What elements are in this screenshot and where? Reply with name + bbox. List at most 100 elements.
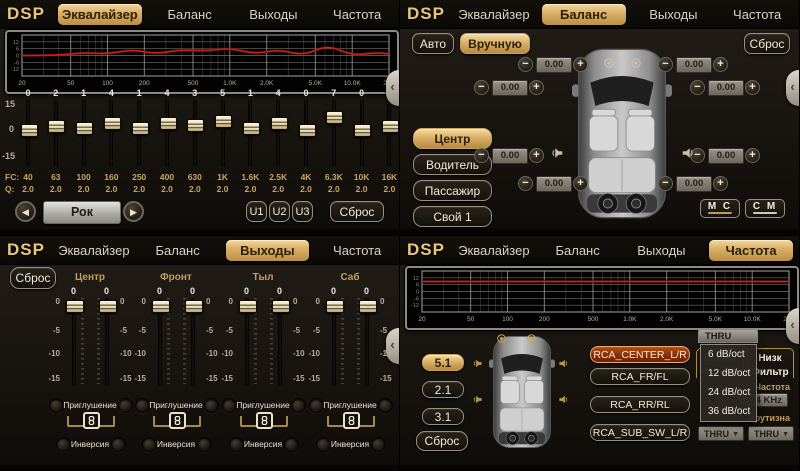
slide-panel-handle[interactable]: ‹ [786,70,799,106]
eq-slider-track[interactable] [221,100,225,166]
output-slider-knob[interactable] [326,300,344,313]
memory-preset-button-u2[interactable]: U2 [269,201,290,222]
decrease-button[interactable]: − [518,176,533,191]
output-slider-knob[interactable] [239,300,257,313]
output-slider-knob[interactable] [359,300,377,313]
delay-value[interactable]: 0.00 [492,148,528,164]
increase-button[interactable]: + [573,57,588,72]
eq-reset-button[interactable]: Сброс [330,201,384,222]
balance-reset-button[interactable]: Сброс [744,33,790,54]
mute-toggle-right[interactable] [291,398,306,413]
tab-outputs[interactable]: Выходы [232,4,316,25]
slide-panel-handle[interactable]: ‹ [786,308,799,344]
increase-button[interactable]: + [573,176,588,191]
tab-balance[interactable]: Баланс [542,4,626,25]
tab-balance[interactable]: Баланс [536,240,620,261]
tab-outputs[interactable]: Выходы [620,240,704,261]
memory-preset-button-u1[interactable]: U1 [246,201,267,222]
tab-frequency[interactable]: Частота [715,4,799,25]
tab-frequency[interactable]: Частота [709,240,793,261]
eq-slider-knob[interactable] [299,124,316,137]
invert-toggle-left[interactable] [229,437,244,452]
decrease-button[interactable]: − [474,80,489,95]
freq-reset-button[interactable]: Сброс [416,431,468,451]
invert-toggle-right[interactable] [371,437,386,452]
tab-equalizer[interactable]: Эквалайзер [52,240,136,261]
tab-frequency[interactable]: Частота [315,4,399,25]
decrease-button[interactable]: − [658,57,673,72]
increase-button[interactable]: + [713,176,728,191]
slope-dropdown-selected[interactable]: THRU [698,329,758,343]
eq-slider-knob[interactable] [354,124,371,137]
balance-preset-3[interactable]: Пассажир [413,180,492,201]
increase-button[interactable]: + [529,80,544,95]
output-slider-knob[interactable] [152,300,170,313]
mode-button-5-1[interactable]: 5.1 [422,354,464,371]
slope-select-2[interactable]: THRU▼ [748,426,794,441]
eq-slider-knob[interactable] [326,111,343,124]
invert-toggle-left[interactable] [316,437,331,452]
eq-slider-track[interactable] [165,100,169,166]
eq-slider-track[interactable] [193,100,197,166]
delay-value[interactable]: 0.00 [536,176,572,192]
eq-slider-knob[interactable] [132,122,149,135]
channel-link-icon[interactable] [169,412,186,429]
mute-toggle-left[interactable] [309,398,324,413]
tab-balance[interactable]: Баланс [148,4,232,25]
eq-slider-track[interactable] [109,100,113,166]
preset-display[interactable]: Рок [43,201,121,224]
channel-link-icon[interactable] [256,412,273,429]
increase-button[interactable]: + [529,148,544,163]
balance-preset-1[interactable]: Центр [413,128,492,149]
delay-value[interactable]: 0.00 [708,148,744,164]
mute-toggle-right[interactable] [204,398,219,413]
channel-link-icon[interactable] [83,412,100,429]
eq-slider-knob[interactable] [104,117,121,130]
output-slider-knob[interactable] [66,300,84,313]
delay-value[interactable]: 0.00 [536,57,572,73]
dropdown-option[interactable]: 36 dB/oct [701,402,756,421]
increase-button[interactable]: + [713,57,728,72]
tab-equalizer[interactable]: Эквалайзер [452,240,536,261]
balance-auto-button[interactable]: Авто [412,33,454,54]
mute-toggle-left[interactable] [49,398,64,413]
mute-toggle-right[interactable] [378,398,393,413]
channel-link-icon[interactable] [343,412,360,429]
channel-button-4[interactable]: RCA_SUB_SW_L/R [590,424,690,441]
decrease-button[interactable]: − [690,80,705,95]
preset-next-button[interactable]: ▶ [123,201,144,222]
channel-button-3[interactable]: RCA_RR/RL [590,396,690,413]
tab-outputs[interactable]: Выходы [632,4,716,25]
eq-slider-knob[interactable] [215,115,232,128]
delay-value[interactable]: 0.00 [492,80,528,96]
tab-frequency[interactable]: Частота [315,240,399,261]
dropdown-option[interactable]: 6 dB/oct [701,345,756,364]
dropdown-option[interactable]: 24 dB/oct [701,383,756,402]
dropdown-option[interactable]: 12 dB/oct [701,364,756,383]
mute-toggle-left[interactable] [222,398,237,413]
invert-toggle-right[interactable] [111,437,126,452]
balance-preset-4[interactable]: Свой 1 [413,206,492,227]
invert-toggle-left[interactable] [142,437,157,452]
mute-toggle-left[interactable] [135,398,150,413]
preset-prev-button[interactable]: ◀ [15,201,36,222]
tab-equalizer[interactable]: Эквалайзер [452,4,536,25]
tab-equalizer[interactable]: Эквалайзер [58,4,142,25]
output-slider-knob[interactable] [272,300,290,313]
output-slider-knob[interactable] [185,300,203,313]
eq-slider-knob[interactable] [48,120,65,133]
slide-panel-handle[interactable]: ‹ [386,70,399,106]
delay-value[interactable]: 0.00 [708,80,744,96]
increase-button[interactable]: + [745,148,760,163]
decrease-button[interactable]: − [518,57,533,72]
eq-slider-knob[interactable] [76,122,93,135]
decrease-button[interactable]: − [474,148,489,163]
invert-toggle-left[interactable] [56,437,71,452]
memory-preset-button-u3[interactable]: U3 [292,201,313,222]
invert-toggle-right[interactable] [197,437,212,452]
balance-manual-button[interactable]: Вручную [460,33,530,54]
channel-button-1[interactable]: RCA_CENTER_L/R [590,346,690,363]
delay-value[interactable]: 0.00 [676,176,712,192]
decrease-button[interactable]: − [658,176,673,191]
unit-toggle-cm[interactable]: C M [745,199,785,218]
